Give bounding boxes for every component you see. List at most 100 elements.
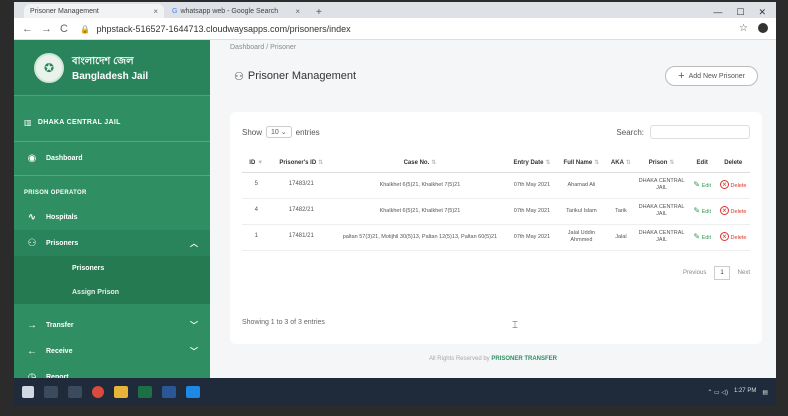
browser-tab[interactable]: G whatsapp web - Google Search × bbox=[166, 4, 306, 18]
cell-edit: ✎ Edit bbox=[687, 172, 717, 199]
sidebar-item-receive[interactable]: ← Receive ﹀ bbox=[14, 338, 210, 364]
delete-button[interactable]: × Delete bbox=[720, 180, 746, 190]
arrow-left-icon: ← bbox=[27, 345, 37, 357]
table-row: 1 17481/21 paltan 57(3)21, Motijhil 30(5… bbox=[242, 224, 750, 251]
cell-id: 4 bbox=[242, 198, 271, 225]
column-header-edit: Edit bbox=[687, 156, 717, 173]
building-icon: ▥ bbox=[24, 118, 32, 127]
cell-edit: ✎ Edit bbox=[687, 224, 717, 251]
pagination-previous[interactable]: Previous bbox=[683, 270, 706, 276]
sidebar-item-label: Receive bbox=[46, 347, 73, 355]
sidebar-item-label: Transfer bbox=[46, 321, 74, 329]
delete-button[interactable]: × Delete bbox=[720, 232, 746, 242]
system-tray-icon[interactable]: ⌃ ▭ ◁) bbox=[707, 389, 728, 396]
table-row: 4 17482/21 Khalkhet 6(5)21, Khalkhet 7(5… bbox=[242, 198, 750, 225]
close-window-icon[interactable]: ✕ bbox=[758, 7, 766, 18]
chevron-up-icon: ︿ bbox=[190, 238, 198, 248]
mouse-cursor-icon: ⌶ bbox=[512, 320, 518, 331]
lock-icon: 🔒 bbox=[79, 24, 90, 34]
column-header-id[interactable]: ID ▼ bbox=[242, 156, 271, 173]
monitor-screen: Prisoner Management × G whatsapp web - G… bbox=[14, 2, 776, 406]
cell-id: 1 bbox=[242, 224, 271, 251]
prisoner-table: ID ▼ Prisoner's ID ⇅ Case No. ⇅ Entry Date ⇅… bbox=[242, 156, 750, 251]
sidebar-item-label: Dashboard bbox=[46, 155, 83, 162]
edit-button[interactable]: ✎ Edit bbox=[693, 180, 711, 189]
cell-aka bbox=[606, 172, 636, 199]
cell-entry-date: 07th May 2021 bbox=[507, 172, 557, 199]
search-input[interactable] bbox=[650, 125, 750, 139]
close-circle-icon: × bbox=[720, 206, 730, 216]
page-header: ⚇ Prisoner Management + Add New Prisoner bbox=[224, 54, 762, 98]
new-tab-icon[interactable]: + bbox=[308, 7, 330, 18]
sidebar-item-prisoners[interactable]: ⚇ Prisoners ︿ bbox=[14, 230, 210, 256]
taskbar-clock[interactable]: 1:27 PM bbox=[734, 388, 756, 395]
app-icon[interactable] bbox=[186, 386, 200, 398]
word-icon[interactable] bbox=[162, 386, 176, 398]
cell-prisoner-id: 17483/21 bbox=[270, 172, 333, 199]
table-header-row: ID ▼ Prisoner's ID ⇅ Case No. ⇅ Entry Date ⇅… bbox=[242, 156, 750, 173]
logo-english-text: Bangladesh Jail bbox=[72, 70, 149, 82]
address-bar: ← → C 🔒 phpstack-516527-1644713.cloudway… bbox=[14, 18, 776, 40]
sidebar: ✪ বাংলাদেশ জেল Bangladesh Jail ▥ DHAKA C… bbox=[14, 40, 210, 383]
browser-tab-active[interactable]: Prisoner Management × bbox=[24, 4, 164, 18]
submenu-item-assign-prison[interactable]: Assign Prison bbox=[14, 280, 210, 304]
close-icon[interactable]: × bbox=[153, 7, 158, 16]
cell-entry-date: 07th May 2021 bbox=[507, 198, 557, 225]
forward-icon[interactable]: → bbox=[41, 23, 52, 35]
column-header-aka[interactable]: AKA ⇅ bbox=[606, 156, 636, 173]
cell-full-name: Jalal Uddin Ahmmed bbox=[556, 224, 607, 251]
add-new-prisoner-button[interactable]: + Add New Prisoner bbox=[665, 66, 758, 86]
main-content: Dashboard / Prisoner ⚇ Prisoner Manageme… bbox=[210, 40, 776, 378]
minimize-icon[interactable]: — bbox=[713, 7, 722, 18]
jail-emblem-icon: ✪ bbox=[34, 52, 64, 83]
file-explorer-icon[interactable] bbox=[114, 386, 128, 398]
cell-prison: DHAKA CENTRAL JAIL bbox=[635, 224, 688, 251]
pagination-next[interactable]: Next bbox=[738, 270, 750, 276]
logo[interactable]: ✪ বাংলাদেশ জেল Bangladesh Jail bbox=[14, 40, 210, 96]
url-field[interactable]: 🔒 phpstack-516527-1644713.cloudwaysapps.… bbox=[80, 24, 351, 34]
close-circle-icon: × bbox=[720, 232, 730, 242]
profile-avatar[interactable] bbox=[758, 23, 768, 33]
page-title: Prisoner Management bbox=[247, 70, 357, 82]
prisoner-table-card: Show 10 ⌄ entries Search: ID ▼ Prisoner'… bbox=[230, 112, 762, 344]
arrow-right-icon: → bbox=[27, 319, 37, 331]
cell-delete: × Delete bbox=[716, 198, 750, 225]
close-icon[interactable]: × bbox=[295, 7, 300, 16]
prisoners-submenu: Prisoners Assign Prison bbox=[14, 256, 210, 304]
start-icon[interactable] bbox=[22, 386, 34, 398]
column-header-entry-date[interactable]: Entry Date ⇅ bbox=[507, 156, 557, 173]
edit-button[interactable]: ✎ Edit bbox=[693, 206, 711, 215]
cell-case-no: Khalkhet 6(5)21, Khalkhet 7(5)21 bbox=[332, 172, 508, 199]
column-header-prisoner-id[interactable]: Prisoner's ID ⇅ bbox=[270, 156, 333, 173]
copyright-brand[interactable]: PRISONER TRANSFER bbox=[491, 356, 557, 362]
tab-title: Prisoner Management bbox=[30, 7, 99, 15]
entries-length-select[interactable]: 10 ⌄ bbox=[266, 126, 292, 138]
chrome-icon[interactable] bbox=[92, 386, 104, 398]
sidebar-item-hospitals[interactable]: ∿ Hospitals bbox=[14, 204, 210, 230]
pagination-page-1[interactable]: 1 bbox=[714, 266, 730, 280]
sidebar-item-transfer[interactable]: → Transfer ﹀ bbox=[14, 312, 210, 338]
column-header-case-no[interactable]: Case No. ⇅ bbox=[332, 156, 508, 173]
excel-icon[interactable] bbox=[138, 386, 152, 398]
sidebar-item-dashboard[interactable]: ◉ Dashboard bbox=[14, 142, 210, 176]
breadcrumb[interactable]: Dashboard / Prisoner bbox=[224, 40, 762, 54]
submenu-item-prisoners[interactable]: Prisoners bbox=[14, 256, 210, 280]
chevron-down-icon: ﹀ bbox=[190, 320, 198, 330]
back-icon[interactable]: ← bbox=[22, 23, 33, 35]
reload-icon[interactable]: C bbox=[60, 23, 68, 35]
cell-prison: DHAKA CENTRAL JAIL bbox=[635, 172, 688, 199]
column-header-prison[interactable]: Prison ⇅ bbox=[635, 156, 688, 173]
column-header-full-name[interactable]: Full Name ⇅ bbox=[556, 156, 607, 173]
edit-button[interactable]: ✎ Edit bbox=[693, 232, 711, 241]
cell-delete: × Delete bbox=[716, 224, 750, 251]
notification-icon[interactable]: ▤ bbox=[762, 389, 768, 396]
plus-icon: + bbox=[678, 70, 685, 82]
delete-button[interactable]: × Delete bbox=[720, 206, 746, 216]
star-icon[interactable]: ☆ bbox=[739, 23, 748, 34]
cell-prison: DHAKA CENTRAL JAIL bbox=[635, 198, 688, 225]
windows-taskbar: ⌃ ▭ ◁) 1:27 PM ▤ bbox=[14, 378, 776, 406]
task-view-icon[interactable] bbox=[68, 386, 82, 398]
pulse-icon: ∿ bbox=[27, 211, 37, 223]
maximize-icon[interactable]: ☐ bbox=[736, 7, 744, 18]
search-icon[interactable] bbox=[44, 386, 58, 398]
